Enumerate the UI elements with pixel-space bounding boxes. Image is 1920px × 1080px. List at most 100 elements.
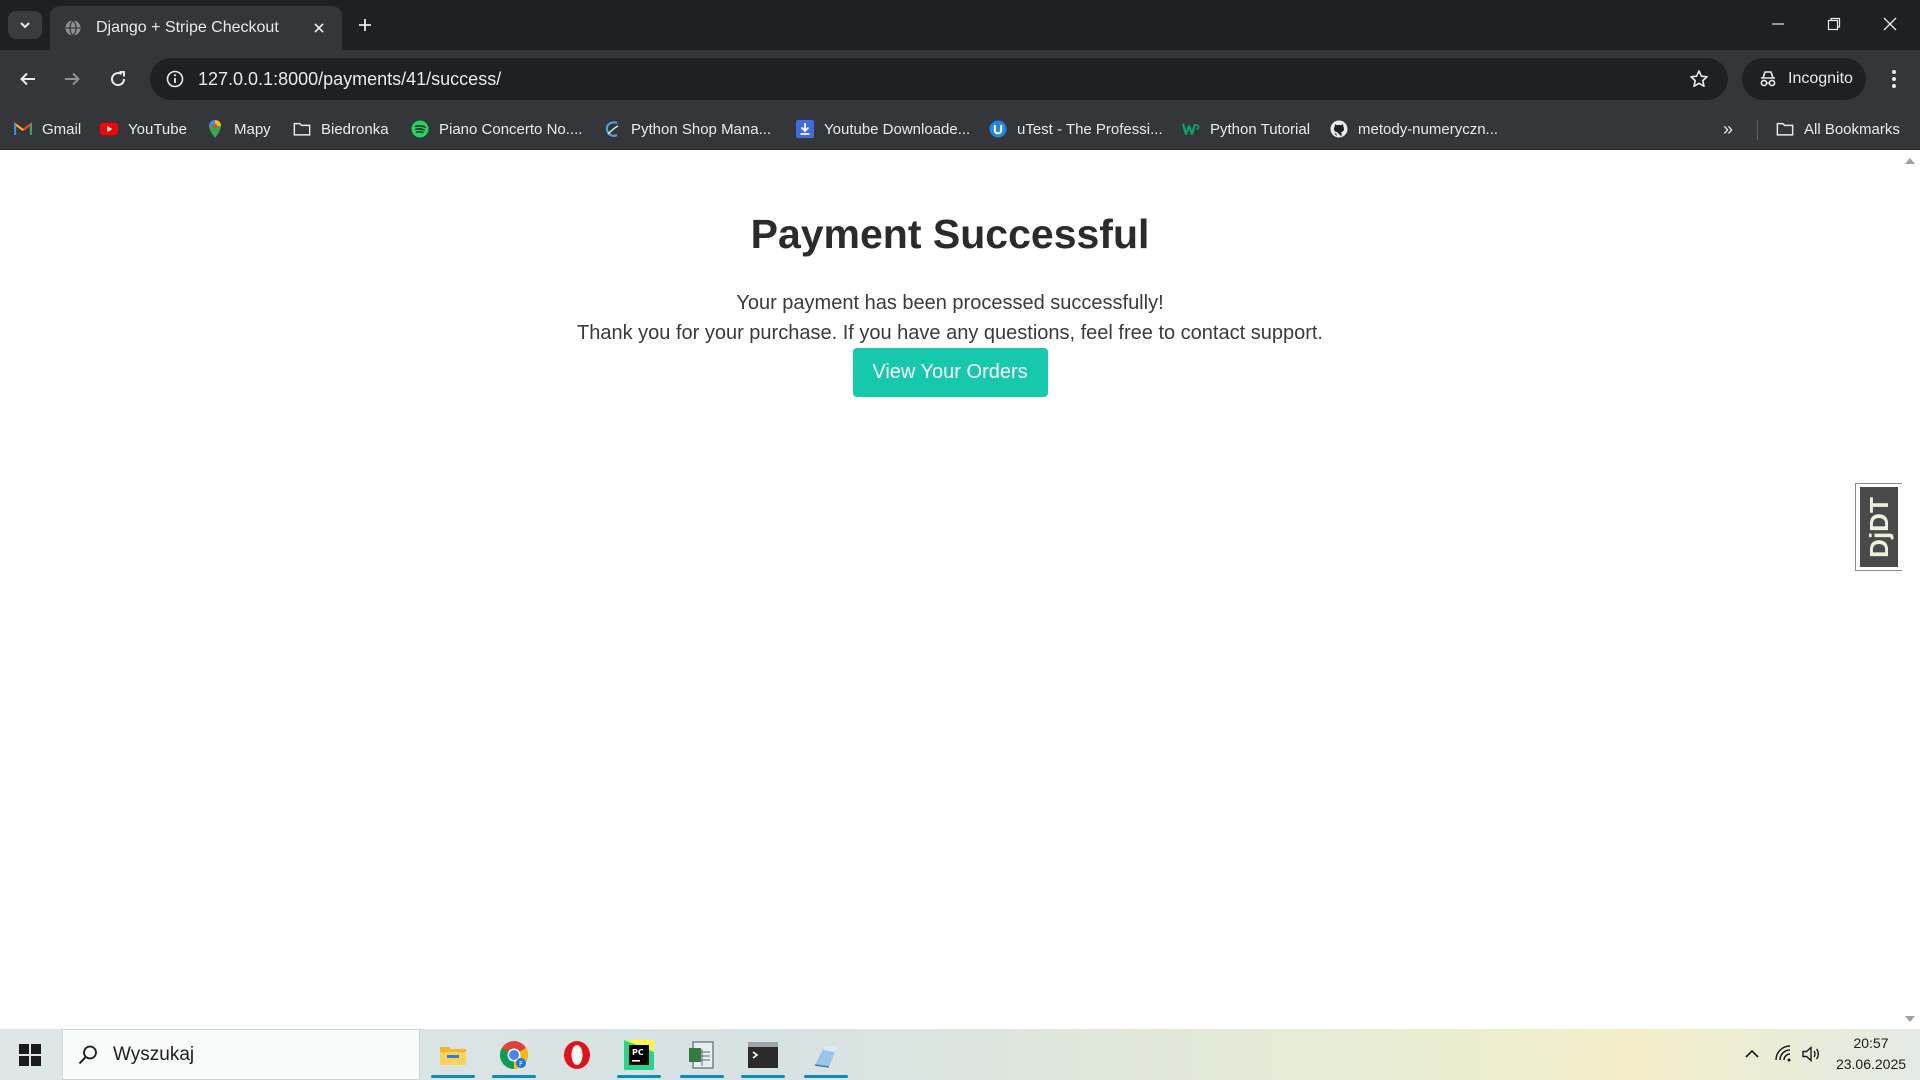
- new-tab-button[interactable]: [352, 12, 378, 38]
- bookmark-piano-concerto[interactable]: Piano Concerto No....: [411, 116, 582, 142]
- scroll-up-arrow-icon[interactable]: [1905, 157, 1915, 165]
- page-title: Payment Successful: [750, 211, 1150, 257]
- svg-text:PC: PC: [632, 1048, 644, 1057]
- active-app-indicator: [741, 1075, 785, 1078]
- incognito-icon: [1760, 71, 1776, 87]
- bookmark-youtube[interactable]: YouTube: [100, 116, 187, 142]
- bookmark-label: YouTube: [128, 120, 187, 138]
- forward-button[interactable]: [54, 61, 90, 97]
- arrow-right-icon: [65, 72, 80, 86]
- network-icon[interactable]: [1770, 1041, 1796, 1067]
- scroll-down-arrow-icon[interactable]: [1905, 1015, 1915, 1023]
- close-tab-icon[interactable]: [308, 17, 330, 39]
- spotify-icon: [411, 120, 429, 138]
- bookmark-gmail[interactable]: Gmail: [14, 116, 81, 142]
- taskbar-search-box[interactable]: Wyszukaj: [62, 1029, 420, 1080]
- restore-button[interactable]: [1806, 0, 1862, 48]
- tab-search-button[interactable]: [8, 11, 42, 39]
- bookmark-star-icon[interactable]: [1684, 64, 1714, 94]
- gmail-icon: [14, 120, 32, 138]
- all-bookmarks-button[interactable]: All Bookmarks: [1776, 116, 1900, 142]
- system-clock[interactable]: 20:57 23.06.2025: [1826, 1033, 1916, 1075]
- success-message: Your payment has been processed successf…: [736, 292, 1164, 314]
- bookmark-utest[interactable]: uTest - The Professi...: [989, 116, 1163, 142]
- opera-icon[interactable]: [551, 1031, 603, 1078]
- github-icon: [1330, 120, 1348, 138]
- bookmark-biedronka[interactable]: Biedronka: [293, 116, 389, 142]
- bookmarks-bar: Gmail YouTube Mapy Biedronka Piano Conce…: [0, 108, 1920, 150]
- minimize-icon: [1772, 23, 1784, 25]
- incognito-badge[interactable]: Incognito: [1742, 58, 1866, 100]
- maps-icon: [206, 120, 224, 138]
- python-shop-icon: [603, 120, 621, 138]
- page-viewport: Payment Successful Your payment has been…: [0, 151, 1920, 1029]
- chrome-icon[interactable]: F: [488, 1031, 540, 1078]
- spreadsheet-icon[interactable]: [676, 1031, 728, 1078]
- active-app-indicator: [431, 1075, 475, 1078]
- url-text: 127.0.0.1:8000/payments/41/success/: [198, 68, 502, 89]
- download-icon: [796, 120, 814, 138]
- restore-icon: [1827, 17, 1841, 31]
- utest-icon: [989, 120, 1007, 138]
- django-debug-toolbar-handle[interactable]: DjDT: [1855, 483, 1902, 571]
- support-message: Thank you for your purchase. If you have…: [577, 322, 1323, 344]
- notes-icon[interactable]: [800, 1031, 852, 1078]
- bookmark-metody-numeryczne[interactable]: metody-numeryczn...: [1330, 116, 1498, 142]
- folder-icon: [1776, 120, 1794, 138]
- success-panel: Payment Successful Your payment has been…: [0, 151, 1900, 397]
- bookmark-label: Gmail: [42, 120, 82, 138]
- incognito-label: Incognito: [1788, 70, 1853, 87]
- close-icon: [1883, 17, 1897, 31]
- terminal-icon[interactable]: [737, 1031, 789, 1078]
- reload-button[interactable]: [100, 61, 136, 97]
- active-app-indicator: [492, 1075, 536, 1078]
- more-bookmarks-chevron-icon[interactable]: »: [1716, 117, 1740, 141]
- file-explorer-icon[interactable]: [427, 1031, 479, 1078]
- bookmark-label: Piano Concerto No....: [439, 120, 583, 138]
- active-app-indicator: [680, 1075, 724, 1078]
- view-orders-button[interactable]: View Your Orders: [852, 348, 1048, 397]
- djdt-badge: DjDT: [1860, 487, 1898, 567]
- arrow-left-icon: [20, 72, 35, 86]
- active-tab[interactable]: Django + Stripe Checkout: [50, 6, 342, 50]
- pycharm-icon[interactable]: PC: [613, 1031, 665, 1078]
- w3schools-icon: [1182, 120, 1200, 138]
- search-icon: [78, 1045, 97, 1064]
- bookmark-mapy[interactable]: Mapy: [206, 116, 271, 142]
- address-bar[interactable]: 127.0.0.1:8000/payments/41/success/: [150, 58, 1728, 100]
- active-app-indicator: [804, 1075, 848, 1078]
- djdt-label: DjDT: [1863, 496, 1894, 558]
- bookmark-python-tutorial[interactable]: Python Tutorial: [1182, 116, 1310, 142]
- svg-text:F: F: [519, 1060, 523, 1068]
- close-window-button[interactable]: [1862, 0, 1918, 48]
- bookmark-youtube-downloader[interactable]: Youtube Downloade...: [796, 116, 970, 142]
- volume-icon[interactable]: [1798, 1041, 1824, 1067]
- minimize-button[interactable]: [1750, 0, 1806, 48]
- active-app-indicator: [617, 1075, 661, 1078]
- bookmark-label: Mapy: [234, 120, 271, 138]
- site-info-icon[interactable]: [162, 66, 188, 92]
- start-button[interactable]: [8, 1037, 52, 1073]
- search-placeholder: Wyszukaj: [113, 1043, 195, 1065]
- bookmark-label: Biedronka: [321, 120, 389, 138]
- browser-menu-button[interactable]: [1876, 61, 1912, 97]
- tab-title: Django + Stripe Checkout: [96, 19, 279, 36]
- clock-time: 20:57: [1853, 1035, 1889, 1051]
- bookmark-label: metody-numeryczn...: [1358, 120, 1499, 138]
- tab-strip: Django + Stripe Checkout: [0, 0, 1920, 50]
- bookmarks-divider: [1757, 120, 1758, 140]
- kebab-menu-icon: [1892, 70, 1896, 88]
- globe-icon: [64, 19, 82, 37]
- back-button[interactable]: [10, 61, 46, 97]
- show-hidden-icons-chevron-icon[interactable]: [1739, 1041, 1765, 1067]
- plus-icon: [359, 19, 371, 31]
- screen: Django + Stripe Checkout 127.0.0.1:8000/…: [0, 0, 1920, 1080]
- chevron-down-icon: [20, 22, 30, 29]
- bookmark-label: Youtube Downloade...: [824, 120, 971, 138]
- youtube-icon: [100, 120, 118, 138]
- browser-toolbar: 127.0.0.1:8000/payments/41/success/ Inco…: [0, 50, 1920, 108]
- windows-logo-icon: [19, 1044, 41, 1066]
- page-scrollbar[interactable]: [1900, 151, 1920, 1029]
- bookmark-python-shop[interactable]: Python Shop Mana...: [603, 116, 771, 142]
- taskbar: Wyszukaj F PC 20:57 23.06.2025: [0, 1029, 1920, 1080]
